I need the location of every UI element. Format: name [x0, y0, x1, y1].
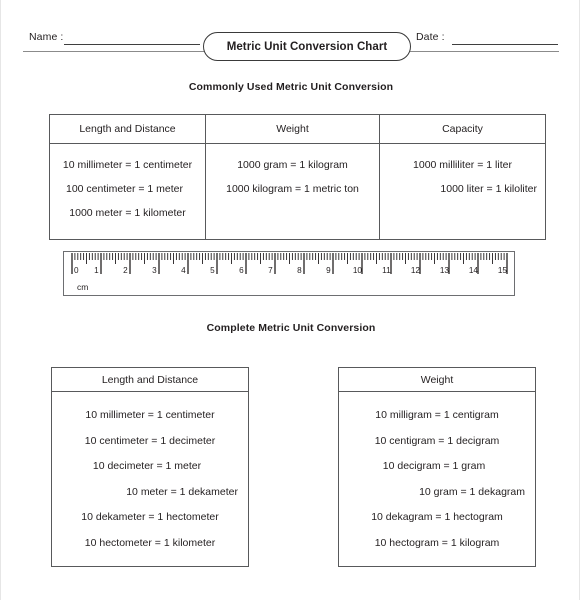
conversion-line: 10 gram = 1 dekagram: [419, 485, 525, 498]
header-rule-left: [23, 51, 205, 52]
conversion-line: 10 millimeter = 1 centimeter: [62, 159, 193, 171]
column-header-weight-complete: Weight: [339, 368, 535, 392]
column-header-length: Length and Distance: [49, 114, 206, 144]
conversion-line: 1000 kilogram = 1 metric ton: [226, 183, 359, 195]
complete-length-table: Length and Distance 10 millimeter = 1 ce…: [51, 367, 249, 567]
svg-text:7: 7: [268, 266, 273, 275]
svg-text:14: 14: [469, 266, 479, 275]
svg-text:12: 12: [411, 266, 421, 275]
conversion-line: 10 centigram = 1 decigram: [374, 434, 500, 447]
svg-text:8: 8: [297, 266, 302, 275]
conversion-line: 10 hectometer = 1 kilometer: [84, 536, 216, 549]
cell-weight-conversions: 1000 gram = 1 kilogram 1000 kilogram = 1…: [205, 143, 380, 240]
ruler-scale: 0 1 2 3 4 5 6 7 8 9 10 11 12 13 14 15: [64, 252, 516, 280]
column-header-capacity: Capacity: [379, 114, 546, 144]
table-header-row: Length and Distance Weight Capacity: [49, 114, 546, 144]
svg-text:2: 2: [123, 266, 128, 275]
svg-text:10: 10: [353, 266, 363, 275]
section-heading-commonly-used: Commonly Used Metric Unit Conversion: [188, 81, 394, 93]
svg-text:6: 6: [239, 266, 244, 275]
conversion-line: 10 decimeter = 1 meter: [92, 460, 202, 472]
svg-text:5: 5: [210, 266, 215, 275]
ruler-unit-label: cm: [77, 282, 89, 292]
ruler-ticks-icon: 0 1 2 3 4 5 6 7 8 9 10 11 12 13 14 15: [71, 253, 508, 275]
conversion-line: 10 dekameter = 1 hectometer: [81, 511, 219, 523]
conversion-line: 1000 meter = 1 kilometer: [69, 207, 186, 219]
conversion-line: 10 dekagram = 1 hectogram: [371, 511, 503, 523]
table-row: 10 millimeter = 1 centimeter 100 centime…: [49, 143, 546, 240]
conversion-line: 10 decigram = 1 gram: [382, 460, 486, 472]
worksheet-header: Name : Date : Metric Unit Conversion Cha…: [1, 0, 580, 78]
date-fill-line[interactable]: [452, 44, 558, 45]
column-header-length-complete: Length and Distance: [52, 368, 248, 392]
svg-text:9: 9: [326, 266, 331, 275]
conversion-line: 10 meter = 1 dekameter: [126, 485, 238, 498]
page-title-text: Metric Unit Conversion Chart: [226, 40, 388, 53]
cell-capacity-conversions: 1000 milliliter = 1 liter 1000 liter = 1…: [379, 143, 546, 240]
header-rule-right: [409, 51, 559, 52]
conversion-line: 100 centimeter = 1 meter: [65, 183, 184, 195]
cell-length-conversions: 10 millimeter = 1 centimeter 100 centime…: [49, 143, 206, 240]
svg-text:3: 3: [152, 266, 157, 275]
complete-length-rows: 10 millimeter = 1 centimeter 10 centimet…: [52, 392, 248, 566]
complete-weight-table: Weight 10 milligram = 1 centigram 10 cen…: [338, 367, 536, 567]
date-label: Date :: [416, 31, 445, 43]
conversion-line: 10 hectogram = 1 kilogram: [374, 536, 500, 549]
commonly-used-conversion-table: Length and Distance Weight Capacity 10 m…: [49, 114, 546, 240]
worksheet-page: Name : Date : Metric Unit Conversion Cha…: [0, 0, 580, 600]
svg-text:15: 15: [498, 266, 508, 275]
conversion-line: 1000 liter = 1 kiloliter: [440, 183, 537, 195]
conversion-line: 10 milligram = 1 centigram: [375, 409, 499, 421]
svg-text:13: 13: [440, 266, 450, 275]
svg-text:4: 4: [181, 266, 186, 275]
svg-text:0: 0: [74, 266, 79, 275]
name-label: Name :: [29, 31, 64, 43]
centimeter-ruler: 0 1 2 3 4 5 6 7 8 9 10 11 12 13 14 15 cm: [63, 251, 515, 296]
conversion-line: 1000 milliliter = 1 liter: [413, 159, 512, 171]
complete-weight-rows: 10 milligram = 1 centigram 10 centigram …: [339, 392, 535, 566]
svg-text:1: 1: [94, 266, 99, 275]
svg-text:11: 11: [382, 266, 391, 275]
page-title: Metric Unit Conversion Chart: [203, 32, 411, 61]
conversion-line: 10 millimeter = 1 centimeter: [85, 409, 215, 421]
name-fill-line[interactable]: [64, 44, 200, 45]
conversion-line: 10 centimeter = 1 decimeter: [84, 434, 216, 447]
column-header-weight: Weight: [205, 114, 380, 144]
section-heading-complete: Complete Metric Unit Conversion: [206, 322, 376, 334]
conversion-line: 1000 gram = 1 kilogram: [237, 159, 348, 171]
